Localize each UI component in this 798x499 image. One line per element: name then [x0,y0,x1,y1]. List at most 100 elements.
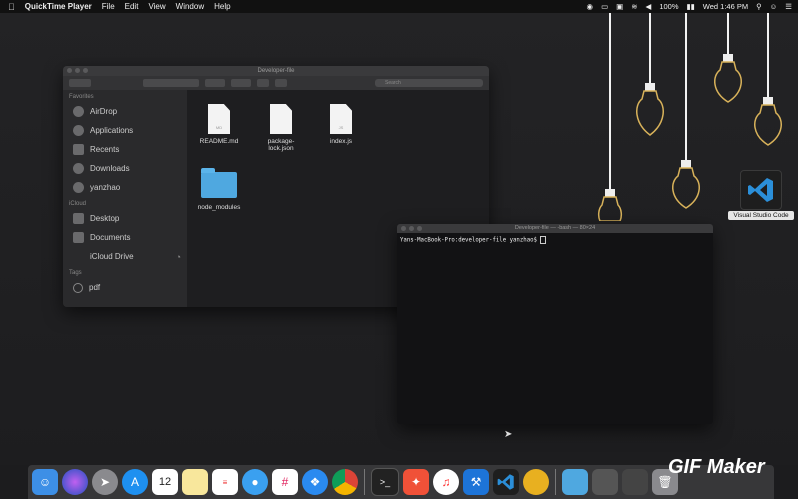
sidebar-item-desktop[interactable]: Desktop [63,209,187,228]
window-controls [67,68,88,73]
menu-window[interactable]: Window [176,2,204,11]
battery-icon[interactable]: ▮▮ [687,2,695,11]
action-button[interactable] [231,79,251,87]
bulb-decoration [710,13,746,106]
back-forward-button[interactable] [69,79,91,87]
recents-icon [73,144,84,155]
screenshot-icon[interactable] [592,469,618,495]
bulb-decoration [750,13,786,149]
mouse-pointer-icon: ➤ [504,429,513,440]
terminal-cursor [540,236,547,244]
volume-icon[interactable]: ◀ [646,2,652,11]
document-icon: JS [330,104,352,134]
file-readme[interactable]: MD README.md [189,104,249,145]
sidebar-item-applications[interactable]: Applications [63,121,187,140]
menu-app-name[interactable]: QuickTime Player [25,2,92,11]
ui-app-icon[interactable] [622,469,648,495]
share-button[interactable] [257,79,269,87]
slack-icon[interactable]: # [272,469,298,495]
tag-button[interactable] [275,79,287,87]
bulb-decoration [668,13,704,210]
clock[interactable]: Wed 1:46 PM [703,2,748,11]
airplay-icon[interactable]: ▭ [601,2,608,11]
sidebar-item-icloud-drive[interactable]: iCloud Drive ◔ [63,247,187,266]
search-input[interactable]: Search [375,79,483,87]
wifi-icon[interactable]: ≋ [631,2,637,11]
file-index-js[interactable]: JS index.js [311,104,371,145]
notes-icon[interactable] [182,469,208,495]
finder-toolbar: Search [63,76,489,91]
chrome-icon[interactable] [332,469,358,495]
dock-separator [364,469,365,495]
bulb-decoration [632,13,668,139]
sidebar-item-downloads[interactable]: Downloads [63,159,187,178]
calendar-icon[interactable]: 12 [152,469,178,495]
folder-node-modules[interactable]: node_modules [189,168,249,211]
display-icon[interactable]: ▣ [616,2,623,11]
sidebar-item-label: Applications [90,126,134,135]
terminal-body[interactable]: Yans-MacBook-Pro:developer-file yanzhao$ [397,233,713,247]
zoom-button[interactable] [83,68,88,73]
terminal-titlebar[interactable]: Developer-file — -bash — 80×24 [397,224,713,233]
file-label: package-lock.json [267,138,295,152]
folder-icon[interactable] [562,469,588,495]
file-label: README.md [199,138,239,145]
sidebar-item-airdrop[interactable]: AirDrop [63,102,187,121]
terminal-window[interactable]: Developer-file — -bash — 80×24 Yans-MacB… [397,224,713,424]
notification-center-icon[interactable]: ☰ [785,2,792,11]
terminal-icon[interactable]: >_ [371,468,399,496]
close-button[interactable] [67,68,72,73]
sidebar-item-home[interactable]: yanzhao [63,178,187,197]
sidebar-header-tags: Tags [69,270,82,276]
sidebar-item-label: yanzhao [90,183,121,192]
siri-icon[interactable] [62,469,88,495]
vscode-icon[interactable] [493,469,519,495]
user-icon[interactable]: ☺ [770,2,778,11]
vscode-desktop-label[interactable]: Visual Studio Code [728,211,794,220]
close-button[interactable] [401,226,406,231]
sidebar-header-icloud: iCloud [69,201,87,207]
reminders-icon[interactable]: ≡ [212,469,238,495]
chrome-canary-icon[interactable] [523,469,549,495]
file-package-lock[interactable]: package-lock.json [251,104,311,152]
menu-bar:  QuickTime Player File Edit View Window… [0,0,798,13]
sync-progress-icon: ◔ [175,251,181,262]
swift-icon[interactable]: ✦ [403,469,429,495]
dock: ☺ ➤ A 12 ≡ ● # ❖ >_ ✦ ♫ ⚒ 🗑 [28,465,774,499]
finder-icon[interactable]: ☺ [32,469,58,495]
sidebar-header-favorites: Favorites [69,94,94,100]
spotlight-icon[interactable]: ⚲ [756,2,762,11]
sidebar-item-label: Documents [90,233,131,242]
minimize-button[interactable] [75,68,80,73]
sidebar-item-documents[interactable]: Documents [63,228,187,247]
menu-view[interactable]: View [148,2,165,11]
safari-icon[interactable]: ❖ [302,469,328,495]
vscode-desktop-icon[interactable] [740,170,782,210]
zoom-button[interactable] [417,226,422,231]
finder-sidebar: Favorites AirDrop Applications Recents D… [63,90,187,307]
sidebar-item-label: Recents [90,145,120,154]
xcode-icon[interactable]: ⚒ [463,469,489,495]
gif-maker-watermark: GIF Maker [668,456,765,478]
music-icon[interactable]: ♫ [433,469,459,495]
sidebar-item-tag-pdf[interactable]: pdf [63,278,187,297]
window-controls [401,226,422,231]
finder-titlebar[interactable]: Developer-file [63,66,489,76]
sidebar-item-recents[interactable]: Recents [63,140,187,159]
group-button[interactable] [205,79,225,87]
cloud-icon [73,251,84,262]
minimize-button[interactable] [409,226,414,231]
menu-edit[interactable]: Edit [125,2,139,11]
messages-icon[interactable]: ● [242,469,268,495]
app-store-icon[interactable]: A [122,469,148,495]
launchpad-icon[interactable]: ➤ [92,469,118,495]
downloads-icon [73,163,84,174]
menu-help[interactable]: Help [214,2,230,11]
apple-icon[interactable]:  [8,2,15,12]
sidebar-item-label: pdf [89,283,101,292]
menu-file[interactable]: File [102,2,115,11]
tag-circle-icon [73,282,83,293]
dock-separator [555,469,556,495]
record-icon[interactable]: ◉ [587,2,594,11]
view-mode-buttons[interactable] [143,79,199,87]
